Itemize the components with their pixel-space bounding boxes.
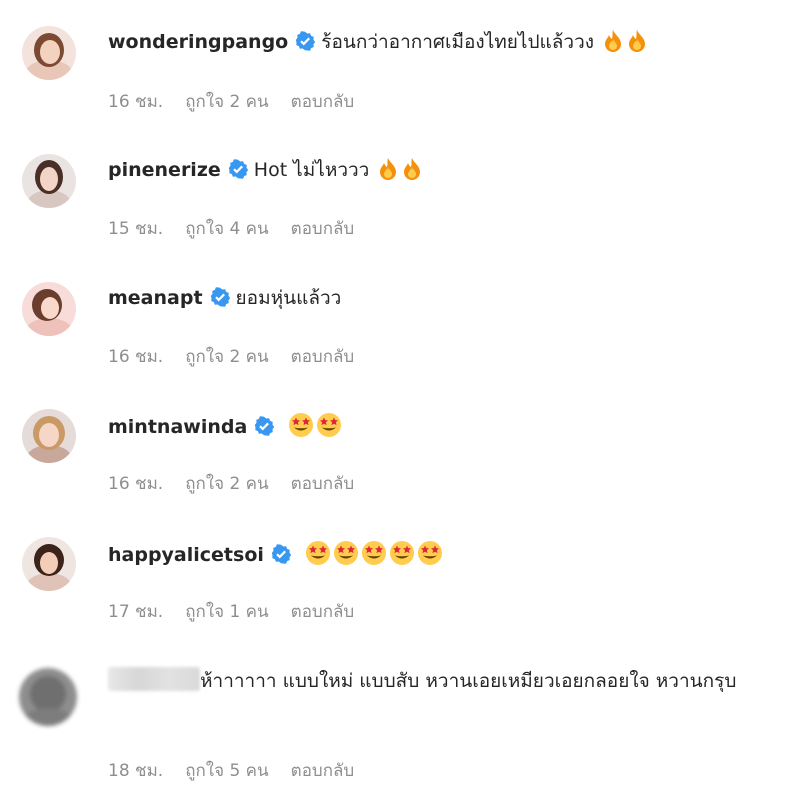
reply-button[interactable]: ตอบกลับ — [291, 602, 355, 622]
likes-count[interactable]: ถูกใจ 2 คน — [185, 347, 268, 367]
likes-count[interactable]: ถูกใจ 2 คน — [185, 474, 268, 494]
comment-line: wonderingpango ร้อนกว่าอากาศเมืองไทยไปแล้… — [108, 29, 648, 60]
fire-emoji-icon — [626, 29, 648, 60]
star-struck-emoji-icon — [361, 540, 387, 573]
likes-count[interactable]: ถูกใจ 4 คน — [185, 219, 268, 239]
avatar[interactable] — [19, 668, 77, 726]
verified-badge-icon — [296, 31, 316, 51]
comment-meta: 18 ชม. ถูกใจ 5 คน ตอบกลับ — [108, 757, 376, 784]
verified-badge-icon — [271, 544, 291, 564]
comment-time: 16 ชม. — [108, 92, 164, 112]
fire-emoji-icon — [377, 157, 399, 188]
fire-emoji-icon — [602, 29, 624, 60]
username[interactable]: wonderingpango — [108, 31, 288, 53]
avatar[interactable] — [22, 409, 76, 463]
comment-line: mintnawinda — [108, 412, 342, 445]
avatar[interactable] — [22, 282, 76, 336]
username[interactable]: meanapt — [108, 287, 203, 309]
star-struck-emoji-icon — [288, 412, 314, 445]
star-struck-emoji-icon — [316, 412, 342, 445]
comment-time: 16 ชม. — [108, 474, 164, 494]
avatar[interactable] — [22, 154, 76, 208]
star-struck-emoji-icon — [389, 540, 415, 573]
star-struck-emoji-icon — [333, 540, 359, 573]
comment-time: 15 ชม. — [108, 219, 164, 239]
verified-badge-icon — [255, 416, 275, 436]
star-struck-emoji-icon — [305, 540, 331, 573]
comment-list: wonderingpango ร้อนกว่าอากาศเมืองไทยไปแล้… — [0, 0, 800, 795]
reply-button[interactable]: ตอบกลับ — [291, 92, 355, 112]
likes-count[interactable]: ถูกใจ 5 คน — [185, 761, 268, 781]
avatar[interactable] — [22, 26, 76, 80]
comment-meta: 15 ชม. ถูกใจ 4 คน ตอบกลับ — [108, 215, 376, 242]
reply-button[interactable]: ตอบกลับ — [291, 347, 355, 367]
reply-button[interactable]: ตอบกลับ — [291, 474, 355, 494]
comment-line: meanapt ยอมหุ่นแล้วว — [108, 285, 341, 311]
likes-count[interactable]: ถูกใจ 2 คน — [185, 92, 268, 112]
username[interactable]: mintnawinda — [108, 416, 247, 438]
comment-meta: 17 ชม. ถูกใจ 1 คน ตอบกลับ — [108, 598, 376, 625]
username[interactable]: pinenerize — [108, 159, 221, 181]
username-redacted[interactable] — [108, 667, 200, 691]
comment-text: ยอมหุ่นแล้วว — [235, 287, 342, 309]
comment-meta: 16 ชม. ถูกใจ 2 คน ตอบกลับ — [108, 470, 376, 497]
comment-time: 18 ชม. — [108, 761, 164, 781]
fire-emoji-icon — [401, 157, 423, 188]
comment-line: happyalicetsoi — [108, 540, 443, 573]
comment-text: ห้าาาาาา แบบใหม่ แบบสับ หวานเอยเหมียวเอย… — [200, 670, 737, 692]
comment-meta: 16 ชม. ถูกใจ 2 คน ตอบกลับ — [108, 88, 376, 115]
verified-badge-icon — [228, 159, 248, 179]
star-struck-emoji-icon — [417, 540, 443, 573]
comment-text: Hot ไม่ไหววว — [253, 159, 370, 181]
comment-line: ห้าาาาาา แบบใหม่ แบบสับ หวานเอยเหมียวเอย… — [108, 666, 768, 696]
comment-text: ร้อนกว่าอากาศเมืองไทยไปแล้ววง — [321, 31, 595, 53]
comment-meta: 16 ชม. ถูกใจ 2 คน ตอบกลับ — [108, 343, 376, 370]
username[interactable]: happyalicetsoi — [108, 544, 264, 566]
avatar[interactable] — [22, 537, 76, 591]
verified-badge-icon — [210, 287, 230, 307]
comment-time: 17 ชม. — [108, 602, 164, 622]
comment-time: 16 ชม. — [108, 347, 164, 367]
reply-button[interactable]: ตอบกลับ — [291, 219, 355, 239]
comment-line: pinenerize Hot ไม่ไหววว — [108, 157, 423, 188]
reply-button[interactable]: ตอบกลับ — [291, 761, 355, 781]
likes-count[interactable]: ถูกใจ 1 คน — [185, 602, 268, 622]
